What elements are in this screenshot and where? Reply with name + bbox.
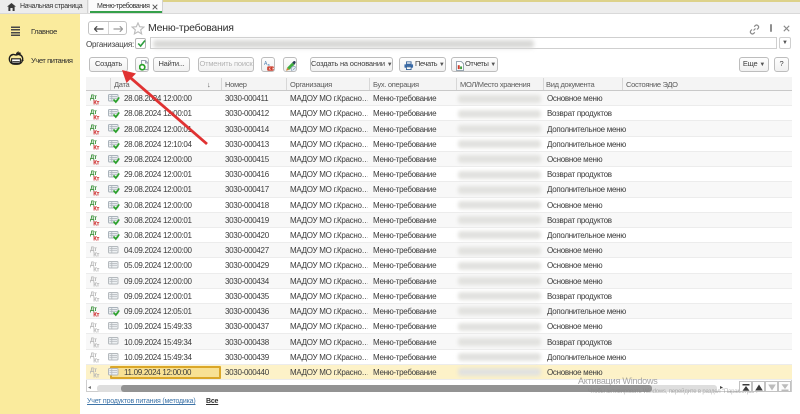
svg-text:Кт: Кт — [93, 100, 99, 105]
svg-text:Кт: Кт — [93, 313, 99, 318]
svg-text:Кт: Кт — [93, 115, 99, 120]
svg-text:Кт: Кт — [93, 283, 99, 288]
svg-text:Кт: Кт — [93, 176, 99, 181]
svg-text:Кт: Кт — [93, 207, 99, 212]
svg-text:Кт: Кт — [93, 374, 99, 379]
svg-text:Кт: Кт — [93, 161, 99, 166]
svg-text:Кт: Кт — [93, 191, 99, 196]
svg-text:Кт: Кт — [93, 359, 99, 364]
svg-text:Кт: Кт — [93, 130, 99, 135]
svg-text:Кт: Кт — [93, 343, 99, 348]
svg-text:Кт: Кт — [93, 267, 99, 272]
svg-text:Кт: Кт — [93, 298, 99, 303]
svg-text:Кт: Кт — [93, 252, 99, 257]
svg-text:Кт: Кт — [93, 328, 99, 333]
svg-text:Кт: Кт — [93, 237, 99, 242]
svg-text:Кт: Кт — [93, 146, 99, 151]
svg-text:Кт: Кт — [93, 222, 99, 227]
